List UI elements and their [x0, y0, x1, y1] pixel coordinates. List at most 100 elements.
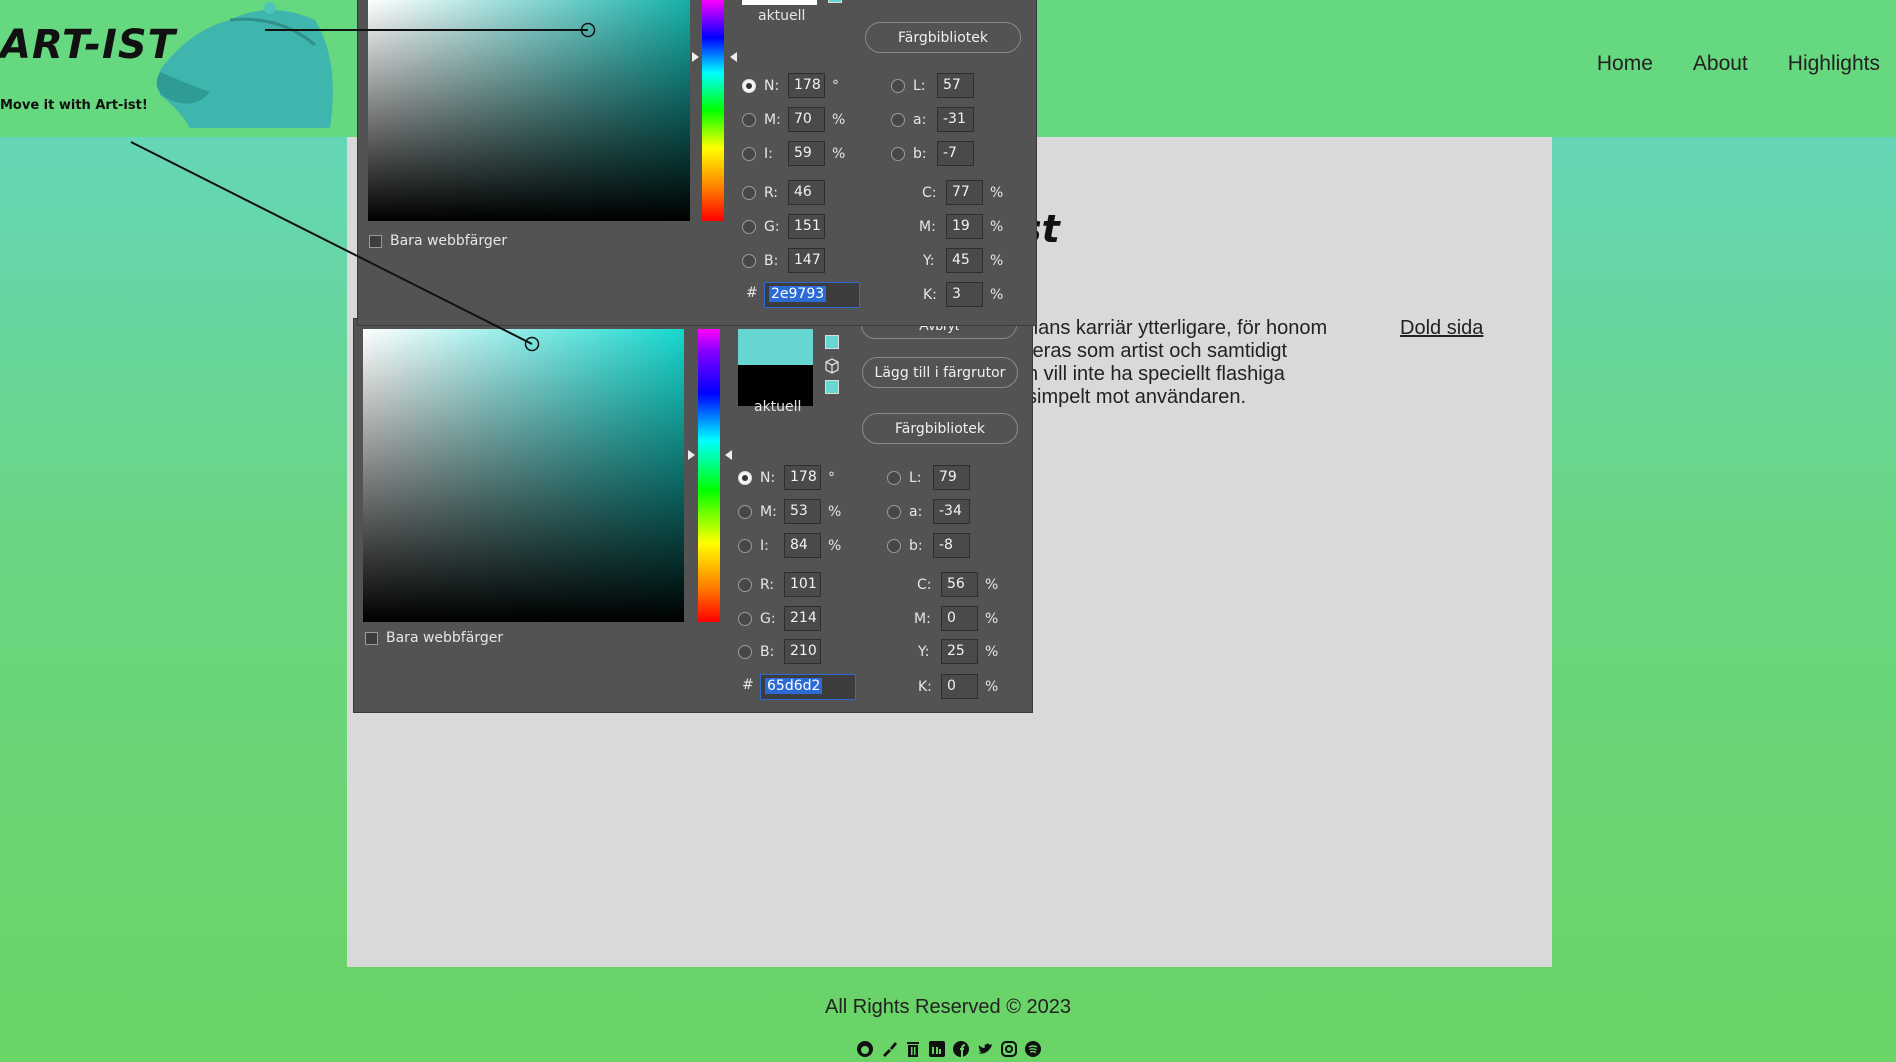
saturation-input[interactable]: 70	[788, 107, 825, 132]
radio-brightness[interactable]	[742, 146, 756, 161]
hue-slider-marker-right[interactable]	[725, 450, 732, 460]
radio-lab-l[interactable]	[891, 78, 905, 93]
github-icon[interactable]	[855, 1039, 875, 1059]
color-library-button[interactable]: Färgbibliotek	[862, 413, 1018, 444]
text-line: n vill inte ha speciellt flashiga	[1027, 363, 1285, 385]
radio-blue[interactable]	[742, 253, 756, 268]
radio-brightness[interactable]	[738, 538, 752, 553]
blue-input[interactable]: 147	[788, 248, 825, 273]
red-input[interactable]: 101	[784, 572, 821, 597]
radio-lab-b[interactable]	[891, 146, 905, 161]
trash-icon[interactable]	[903, 1039, 923, 1059]
lab-a-input[interactable]: -31	[937, 107, 974, 132]
saturation-brightness-field[interactable]	[363, 329, 684, 622]
cap-image	[156, 2, 333, 128]
hue-slider[interactable]	[698, 329, 720, 622]
current-label: aktuell	[758, 8, 806, 24]
nav-home[interactable]: Home	[1597, 52, 1653, 76]
radio-lab-a[interactable]	[887, 504, 901, 519]
row-magenta: M: 0%	[914, 606, 998, 631]
web-safe-swatch[interactable]	[825, 380, 839, 394]
radio-blue[interactable]	[738, 644, 752, 659]
cube-icon[interactable]	[824, 358, 840, 374]
hue-slider-marker-right[interactable]	[730, 52, 737, 62]
gamut-warning-swatch[interactable]	[825, 335, 839, 349]
saturation-input[interactable]: 53	[784, 499, 821, 524]
hue-input[interactable]: 178	[784, 465, 821, 490]
nav-about[interactable]: About	[1693, 52, 1748, 76]
lab-l-input[interactable]: 79	[933, 465, 970, 490]
linkedin-icon[interactable]	[927, 1039, 947, 1059]
red-input[interactable]: 46	[788, 180, 825, 205]
saturation-brightness-field[interactable]	[368, 0, 690, 221]
web-colors-only[interactable]: Bara webbfärger	[365, 630, 503, 646]
radio-red[interactable]	[738, 577, 752, 592]
radio-red[interactable]	[742, 185, 756, 200]
lab-b-input[interactable]: -8	[933, 533, 970, 558]
row-lab-l: L: 79	[887, 465, 970, 490]
add-to-swatches-button[interactable]: Lägg till i färgrutor	[862, 357, 1018, 388]
current-label: aktuell	[754, 399, 802, 415]
radio-saturation[interactable]	[742, 112, 756, 127]
spotify-icon[interactable]	[1023, 1039, 1043, 1059]
web-colors-checkbox[interactable]	[365, 631, 378, 645]
yellow-input[interactable]: 25	[941, 639, 978, 664]
brightness-input[interactable]: 84	[784, 533, 821, 558]
color-library-button[interactable]: Färgbibliotek	[865, 22, 1021, 53]
hue-input[interactable]: 178	[788, 73, 825, 98]
row-lab-a: a: -31	[891, 107, 974, 132]
row-green: G: 214	[738, 606, 821, 631]
web-colors-checkbox[interactable]	[369, 234, 382, 248]
nav-highlights[interactable]: Highlights	[1788, 52, 1880, 76]
radio-green[interactable]	[742, 219, 756, 234]
footer-copyright: All Rights Reserved © 2023	[825, 996, 1071, 1018]
card-text: hans karriär ytterligare, för honom tera…	[1027, 317, 1727, 409]
cyan-input[interactable]: 56	[941, 572, 978, 597]
hue-slider[interactable]	[702, 0, 724, 221]
row-magenta: M: 19%	[919, 214, 1003, 239]
text-line: teras som artist och samtidigt	[1027, 340, 1288, 362]
radio-lab-l[interactable]	[887, 470, 901, 485]
row-brightness: I: 59%	[742, 141, 845, 166]
magenta-input[interactable]: 0	[941, 606, 978, 631]
facebook-icon[interactable]	[951, 1039, 971, 1059]
radio-lab-b[interactable]	[887, 538, 901, 553]
radio-saturation[interactable]	[738, 504, 752, 519]
radio-hue[interactable]	[742, 78, 756, 93]
hidden-page-link[interactable]: Dold sida	[1400, 317, 1483, 340]
twitter-icon[interactable]	[975, 1039, 995, 1059]
radio-hue[interactable]	[738, 470, 752, 485]
radio-lab-a[interactable]	[891, 112, 905, 127]
instagram-icon[interactable]	[999, 1039, 1019, 1059]
magenta-input[interactable]: 19	[946, 214, 983, 239]
row-cyan: C: 77%	[922, 180, 1003, 205]
hue-slider-marker-left[interactable]	[688, 450, 695, 460]
row-lab-b: b: -8	[887, 533, 970, 558]
green-input[interactable]: 151	[788, 214, 825, 239]
current-color-swatch[interactable]	[742, 0, 817, 5]
row-red: R: 46	[742, 180, 825, 205]
black-input[interactable]: 0	[941, 674, 978, 699]
tagline: Move it with Art-ist!	[0, 98, 148, 113]
row-hex: #	[746, 285, 758, 301]
hex-input[interactable]: 2e9793	[764, 282, 860, 308]
hex-input[interactable]: 65d6d2	[760, 674, 856, 700]
web-colors-only[interactable]: Bara webbfärger	[369, 233, 507, 249]
web-safe-swatch[interactable]	[828, 0, 842, 3]
radio-green[interactable]	[738, 611, 752, 626]
lab-b-input[interactable]: -7	[937, 141, 974, 166]
row-hue: N: 178 °	[742, 73, 839, 98]
green-input[interactable]: 214	[784, 606, 821, 631]
row-black: K: 3%	[923, 282, 1003, 307]
blue-input[interactable]: 210	[784, 639, 821, 664]
lab-a-input[interactable]: -34	[933, 499, 970, 524]
black-input[interactable]: 3	[946, 282, 983, 307]
row-blue: B: 147	[742, 248, 825, 273]
lab-l-input[interactable]: 57	[937, 73, 974, 98]
yellow-input[interactable]: 45	[946, 248, 983, 273]
cyan-input[interactable]: 77	[946, 180, 983, 205]
hue-slider-marker-left[interactable]	[692, 52, 699, 62]
brightness-input[interactable]: 59	[788, 141, 825, 166]
row-yellow: Y: 45%	[923, 248, 1003, 273]
brush-icon[interactable]	[879, 1039, 899, 1059]
